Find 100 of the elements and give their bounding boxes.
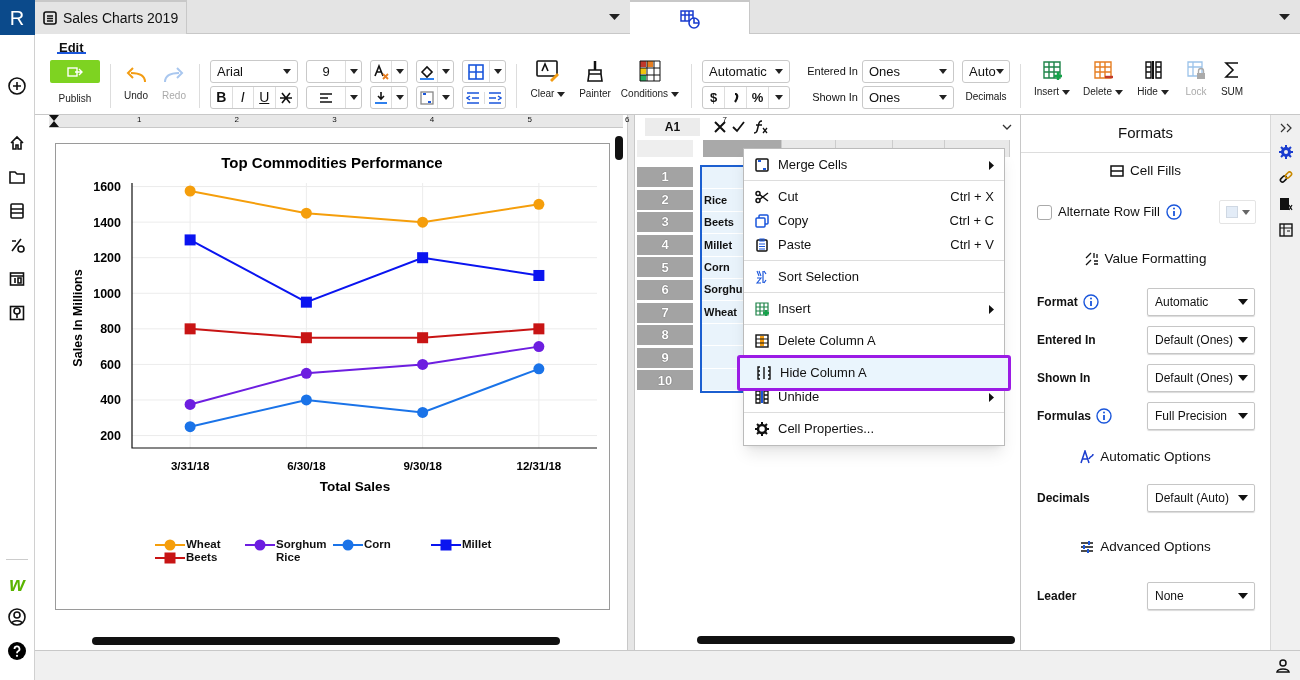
sort-icon	[755, 270, 769, 284]
axis-tick-label: 9/30/18	[403, 460, 442, 472]
link-icon[interactable]	[1278, 171, 1293, 185]
indent-marker-icon[interactable]	[49, 115, 59, 127]
calendar-icon[interactable]	[9, 271, 25, 287]
add-icon[interactable]	[8, 77, 26, 95]
cell-reference[interactable]: A1	[645, 118, 700, 136]
dropdown[interactable]: Automatic	[1147, 288, 1255, 316]
document-tab[interactable]	[630, 0, 750, 35]
entered-in-select[interactable]: Ones	[862, 60, 954, 83]
menu-item[interactable]: Paste Ctrl + V	[744, 233, 1004, 261]
align-left-icon	[319, 91, 333, 104]
grid-minus-icon	[1093, 60, 1113, 80]
chevron-down-icon[interactable]	[1002, 124, 1012, 130]
menu-item[interactable]: Copy Ctrl + C	[744, 209, 1004, 233]
collapse-icon[interactable]	[1279, 123, 1292, 133]
section-heading: Value Formatting	[1104, 249, 1207, 268]
scrollbar[interactable]	[615, 136, 623, 160]
painter-button[interactable]: Painter	[575, 60, 615, 100]
strikethrough-icon[interactable]	[279, 90, 294, 105]
comma-icon[interactable]	[732, 92, 739, 103]
currency-button[interactable]: $	[703, 87, 725, 108]
dropdown[interactable]: Default (Ones)	[1147, 326, 1255, 354]
color-picker[interactable]	[1219, 200, 1256, 224]
menu-item[interactable]: Merge Cells	[744, 153, 1004, 181]
number-format-select[interactable]: Automatic	[702, 60, 790, 83]
scrollbar[interactable]	[697, 636, 1015, 644]
function-icon[interactable]	[753, 120, 769, 134]
data-point	[184, 323, 196, 335]
dropdown[interactable]: Full Precision	[1147, 402, 1255, 430]
user-icon[interactable]	[1276, 658, 1290, 673]
info-icon[interactable]	[1165, 204, 1182, 220]
menu-item[interactable]: Hide Column A	[737, 355, 1011, 391]
decrease-indent-icon[interactable]	[466, 91, 481, 104]
text-color-button[interactable]	[370, 86, 408, 109]
section-heading: Cell Fills	[1130, 161, 1181, 180]
cancel-icon[interactable]	[714, 121, 726, 133]
hide-button[interactable]: Hide	[1133, 60, 1173, 98]
insert-button[interactable]: Insert	[1031, 60, 1073, 98]
caret-icon	[493, 69, 502, 74]
italic-button[interactable]: I	[232, 87, 254, 108]
bold-button[interactable]: B	[211, 87, 233, 108]
field-label: Leader	[1037, 588, 1077, 605]
percent-button[interactable]: %	[747, 87, 769, 108]
table-cell-text: Beets	[704, 215, 734, 231]
menu-item[interactable]: Unhide	[744, 385, 1004, 413]
document-icon[interactable]	[9, 203, 25, 219]
confirm-icon[interactable]	[732, 121, 745, 133]
axis-tick-label: 1400	[93, 215, 121, 230]
dropdown[interactable]: Default (Auto)	[1147, 484, 1255, 512]
dropdown[interactable]: None	[1147, 582, 1255, 610]
axis-tick-label: 200	[100, 429, 121, 444]
help-icon[interactable]	[8, 642, 26, 660]
caret-icon	[1238, 593, 1248, 599]
table-icon[interactable]	[1278, 223, 1293, 237]
sum-button[interactable]: SUM	[1217, 60, 1247, 98]
document-tab[interactable]: Sales Charts 2019	[35, 0, 188, 34]
dropdown-icon[interactable]	[1279, 14, 1290, 20]
data-point	[417, 358, 429, 370]
scrollbar[interactable]	[92, 637, 560, 645]
caret-icon	[939, 69, 947, 74]
settings-icon[interactable]	[1278, 145, 1293, 159]
conditions-button[interactable]: Conditions	[619, 60, 681, 100]
menu-item[interactable]: Sort Selection	[744, 265, 1004, 293]
delete-button[interactable]: Delete	[1079, 60, 1127, 98]
underline-button[interactable]: U	[254, 87, 276, 108]
dropdown-icon[interactable]	[609, 14, 620, 20]
menu-item[interactable]: Insert	[744, 297, 1004, 325]
data-point	[533, 341, 545, 353]
publish-button[interactable]: Publish	[50, 60, 100, 105]
align-button[interactable]	[306, 86, 362, 109]
merge-button[interactable]	[416, 86, 454, 109]
font-select[interactable]: Arial	[210, 60, 298, 83]
percent-icon[interactable]	[9, 237, 25, 253]
clear-format-button[interactable]	[370, 60, 408, 83]
formula-table-icon[interactable]	[1278, 197, 1293, 211]
field-label: Formulas	[1037, 408, 1091, 425]
undo-button[interactable]: Undo	[121, 66, 151, 102]
info-icon[interactable]	[1096, 408, 1112, 424]
caret-icon	[775, 95, 783, 100]
checkbox[interactable]	[1037, 204, 1052, 220]
user-icon[interactable]	[8, 608, 26, 626]
borders-button[interactable]	[462, 60, 506, 83]
increase-indent-icon[interactable]	[487, 91, 502, 104]
menu-item[interactable]: Cell Properties...	[744, 417, 1004, 441]
shown-in-select[interactable]: Ones	[862, 86, 954, 109]
font-size-select[interactable]: 9	[306, 60, 362, 83]
bulb-icon[interactable]	[9, 305, 25, 321]
fill-button[interactable]	[416, 60, 454, 83]
info-icon[interactable]	[1082, 294, 1099, 310]
ribbon-tab[interactable]: Edit	[57, 38, 86, 54]
app-logo[interactable]: R	[0, 0, 35, 35]
home-icon[interactable]	[9, 135, 25, 151]
axis-tick-label: 12/31/18	[516, 460, 562, 472]
section-heading: Advanced Options	[1100, 537, 1211, 556]
folder-icon[interactable]	[9, 169, 25, 185]
decimals-select[interactable]: Auto	[962, 60, 1010, 83]
menu-item[interactable]: Cut Ctrl + X	[744, 185, 1004, 209]
clear-button[interactable]: Clear	[527, 60, 569, 100]
dropdown[interactable]: Default (Ones)	[1147, 364, 1255, 392]
